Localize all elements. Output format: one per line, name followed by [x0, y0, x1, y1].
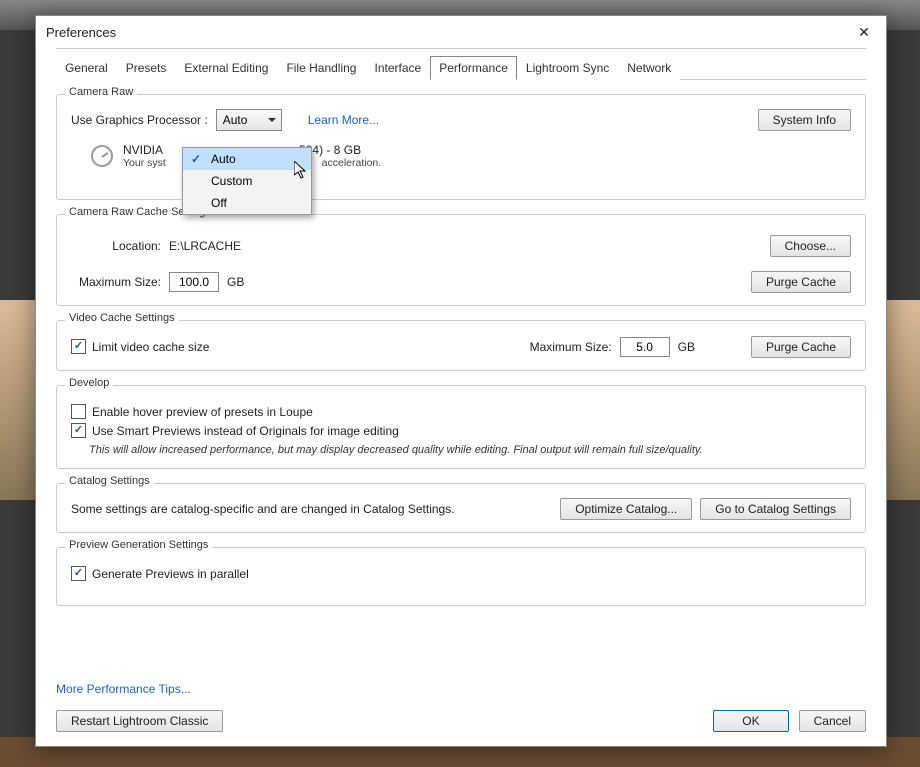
- footer: Restart Lightroom Classic OK Cancel: [36, 700, 886, 746]
- tab-external-editing[interactable]: External Editing: [175, 56, 277, 80]
- goto-catalog-settings-button[interactable]: Go to Catalog Settings: [700, 498, 851, 520]
- more-performance-tips-link[interactable]: More Performance Tips...: [56, 682, 191, 696]
- checkbox-icon: [71, 339, 86, 354]
- group-develop: Develop Enable hover preview of presets …: [56, 385, 866, 469]
- limit-video-check[interactable]: Limit video cache size: [71, 339, 209, 354]
- video-unit: GB: [678, 340, 695, 354]
- gpu-dropdown-popup: Auto Custom Off: [182, 147, 312, 215]
- preferences-dialog: Preferences ✕ General Presets External E…: [35, 15, 887, 747]
- cache-max-input[interactable]: [169, 272, 219, 292]
- checkbox-icon: [71, 566, 86, 581]
- checkbox-icon: [71, 423, 86, 438]
- restart-button[interactable]: Restart Lightroom Classic: [56, 710, 223, 732]
- video-purge-button[interactable]: Purge Cache: [751, 336, 851, 358]
- limit-video-label: Limit video cache size: [92, 340, 209, 354]
- develop-note: This will allow increased performance, b…: [89, 444, 851, 456]
- dropdown-option-custom[interactable]: Custom: [183, 170, 311, 192]
- group-camera-raw: Camera Raw Use Graphics Processor : Auto…: [56, 94, 866, 200]
- gauge-icon: [91, 145, 113, 167]
- cache-location-label: Location:: [71, 239, 161, 253]
- checkbox-icon: [71, 404, 86, 419]
- choose-button[interactable]: Choose...: [770, 235, 851, 257]
- learn-more-link[interactable]: Learn More...: [308, 113, 379, 127]
- optimize-catalog-button[interactable]: Optimize Catalog...: [560, 498, 692, 520]
- generate-parallel-check[interactable]: Generate Previews in parallel: [71, 566, 851, 581]
- group-video-cache: Video Cache Settings Limit video cache s…: [56, 320, 866, 371]
- smart-previews-check[interactable]: Use Smart Previews instead of Originals …: [71, 423, 851, 438]
- tab-presets[interactable]: Presets: [117, 56, 176, 80]
- titlebar: Preferences ✕: [36, 16, 886, 48]
- tab-performance[interactable]: Performance: [430, 56, 517, 80]
- close-icon[interactable]: ✕: [852, 20, 876, 44]
- group-preview-generation: Preview Generation Settings Generate Pre…: [56, 547, 866, 606]
- smart-previews-label: Use Smart Previews instead of Originals …: [92, 424, 399, 438]
- group-title-camera-raw: Camera Raw: [65, 86, 137, 98]
- video-max-label: Maximum Size:: [530, 340, 612, 354]
- group-title-catalog: Catalog Settings: [65, 475, 154, 487]
- gpu-sub-left: Your syst: [123, 157, 166, 169]
- gpu-name-left: NVIDIA: [123, 143, 162, 157]
- group-title-video: Video Cache Settings: [65, 312, 179, 324]
- hover-preview-check[interactable]: Enable hover preview of presets in Loupe: [71, 404, 851, 419]
- generate-parallel-label: Generate Previews in parallel: [92, 567, 249, 581]
- gpu-sub-right: acceleration.: [322, 157, 382, 169]
- dropdown-option-auto[interactable]: Auto: [183, 148, 311, 170]
- tab-network[interactable]: Network: [618, 56, 680, 80]
- purge-cache-button[interactable]: Purge Cache: [751, 271, 851, 293]
- gpu-select[interactable]: Auto: [216, 109, 282, 131]
- ok-button[interactable]: OK: [713, 710, 788, 732]
- dropdown-option-off[interactable]: Off: [183, 192, 311, 214]
- tab-lightroom-sync[interactable]: Lightroom Sync: [517, 56, 618, 80]
- video-max-input[interactable]: [620, 337, 670, 357]
- hover-preview-label: Enable hover preview of presets in Loupe: [92, 405, 313, 419]
- system-info-button[interactable]: System Info: [758, 109, 851, 131]
- content-area: Camera Raw Use Graphics Processor : Auto…: [36, 80, 886, 678]
- group-cache: Camera Raw Cache Settings Location: E:\L…: [56, 214, 866, 306]
- group-title-preview-gen: Preview Generation Settings: [65, 539, 212, 551]
- tab-general[interactable]: General: [56, 56, 117, 80]
- cache-unit: GB: [227, 275, 244, 289]
- cache-max-label: Maximum Size:: [71, 275, 161, 289]
- dialog-title: Preferences: [46, 25, 852, 40]
- tab-bar: General Presets External Editing File Ha…: [56, 48, 866, 80]
- cancel-button[interactable]: Cancel: [799, 710, 866, 732]
- tab-file-handling[interactable]: File Handling: [277, 56, 365, 80]
- catalog-text: Some settings are catalog-specific and a…: [71, 502, 455, 516]
- group-catalog: Catalog Settings Some settings are catal…: [56, 483, 866, 533]
- cache-location-value: E:\LRCACHE: [169, 239, 241, 253]
- gpu-select-value: Auto: [223, 113, 248, 127]
- group-title-develop: Develop: [65, 377, 113, 389]
- gpu-label: Use Graphics Processor :: [71, 113, 208, 127]
- tab-interface[interactable]: Interface: [365, 56, 430, 80]
